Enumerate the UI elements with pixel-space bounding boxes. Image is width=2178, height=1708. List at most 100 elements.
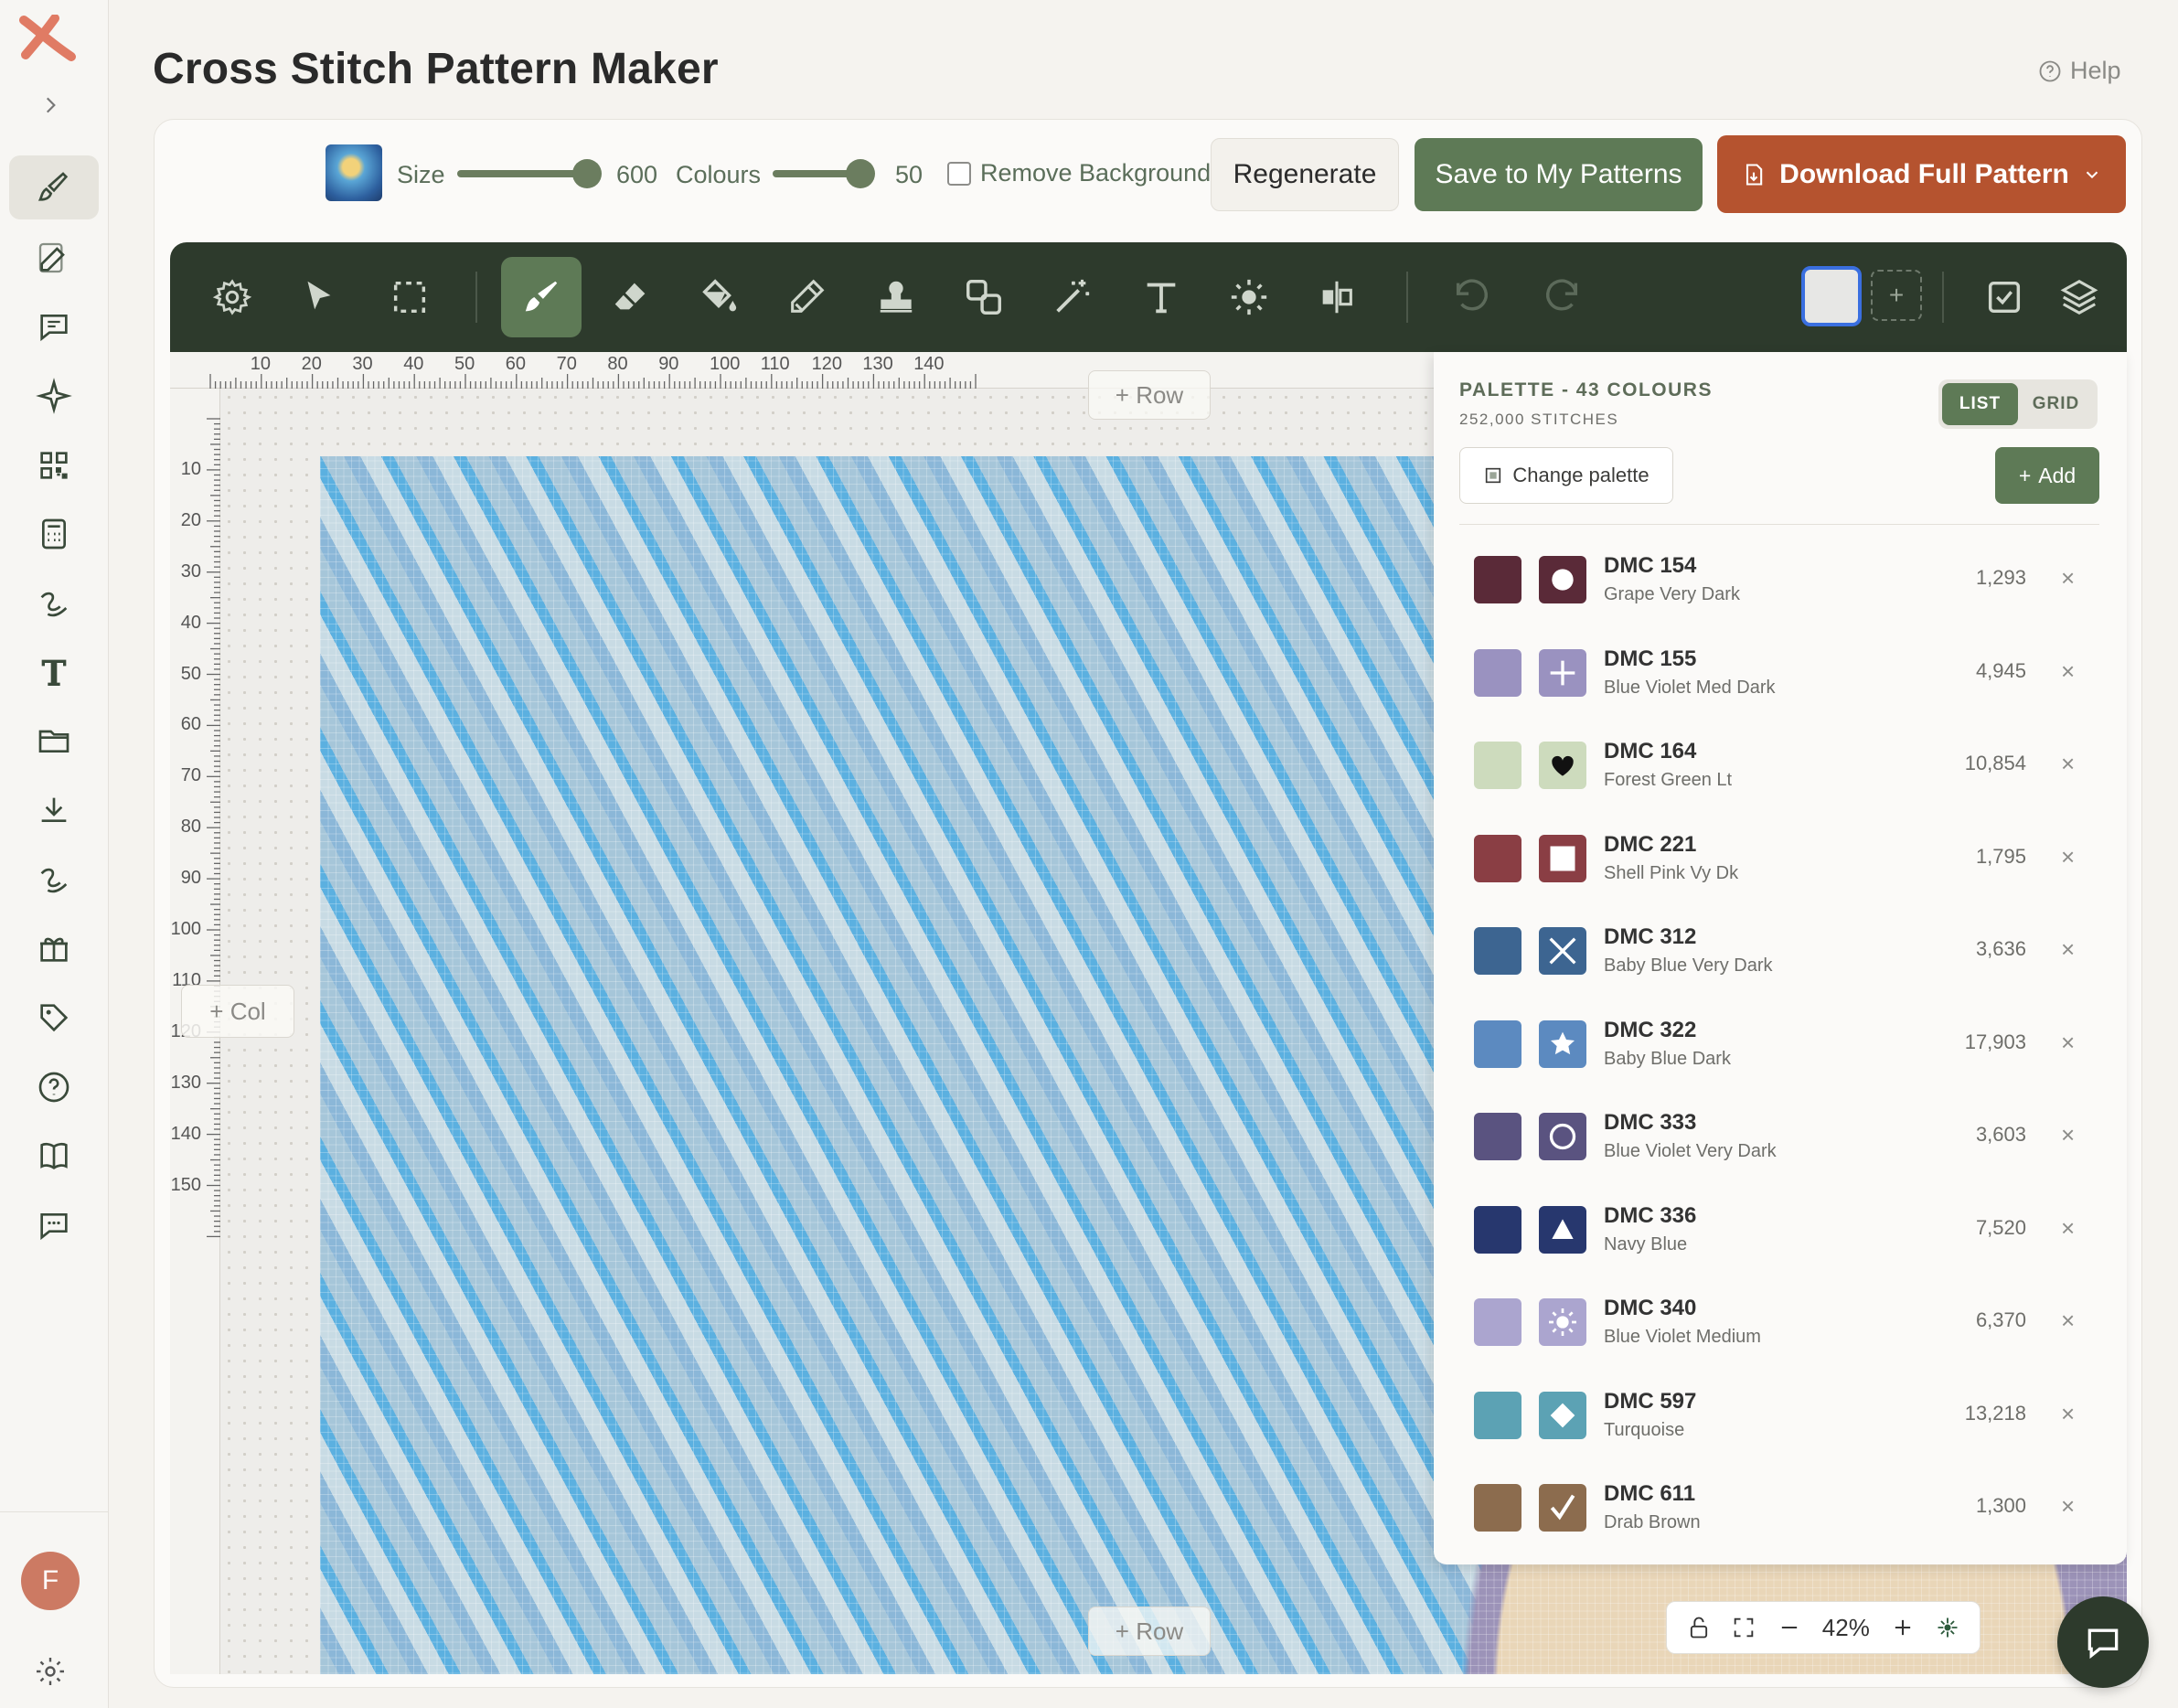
nav-ai[interactable] bbox=[9, 364, 99, 428]
gear-icon[interactable] bbox=[34, 1655, 67, 1688]
tool-redo[interactable] bbox=[1521, 257, 1602, 337]
color-swatch[interactable] bbox=[1474, 1298, 1521, 1346]
current-color-swatch[interactable] bbox=[1801, 266, 1862, 326]
palette-row[interactable]: DMC 322 Baby Blue Dark 17,903 × bbox=[1434, 996, 2127, 1089]
stitch-symbol[interactable] bbox=[1539, 1298, 1586, 1346]
add-row-top-button[interactable]: + Row bbox=[1088, 370, 1211, 420]
color-swatch[interactable] bbox=[1474, 1205, 1521, 1254]
tool-stamp[interactable] bbox=[856, 257, 936, 337]
tool-text[interactable] bbox=[1121, 257, 1201, 337]
color-swatch[interactable] bbox=[1474, 648, 1521, 697]
tool-mirror[interactable] bbox=[1297, 257, 1377, 337]
zoom-in-icon[interactable] bbox=[1890, 1615, 1916, 1640]
tool-undo[interactable] bbox=[1432, 257, 1512, 337]
palette-row[interactable]: DMC 336 Navy Blue 7,520 × bbox=[1434, 1181, 2127, 1275]
tool-brush[interactable] bbox=[501, 257, 582, 337]
palette-row[interactable]: DMC 221 Shell Pink Vy Dk 1,795 × bbox=[1434, 810, 2127, 903]
remove-color-icon[interactable]: × bbox=[2061, 1121, 2075, 1149]
view-list-button[interactable]: LIST bbox=[1942, 383, 2018, 425]
color-swatch[interactable] bbox=[1474, 742, 1521, 789]
palette-row[interactable]: DMC 333 Blue Violet Very Dark 3,603 × bbox=[1434, 1088, 2127, 1181]
size-slider-knob[interactable] bbox=[572, 159, 602, 188]
remove-color-icon[interactable]: × bbox=[2061, 843, 2075, 871]
remove-color-icon[interactable]: × bbox=[2061, 1400, 2075, 1428]
tool-eyedropper[interactable] bbox=[766, 257, 847, 337]
color-swatch[interactable] bbox=[1474, 1484, 1521, 1532]
tool-eraser[interactable] bbox=[591, 257, 671, 337]
add-color-button[interactable]: + Add bbox=[1995, 447, 2099, 504]
chat-button[interactable] bbox=[2057, 1596, 2149, 1688]
color-swatch[interactable] bbox=[1474, 1113, 1521, 1160]
download-pattern-button[interactable]: Download Full Pattern bbox=[1717, 135, 2126, 213]
palette-row[interactable]: DMC 154 Grape Very Dark 1,293 × bbox=[1434, 531, 2127, 624]
add-color-slot[interactable]: + bbox=[1871, 270, 1922, 321]
nav-messages[interactable] bbox=[9, 294, 99, 358]
tool-marquee[interactable] bbox=[369, 257, 450, 337]
nav-feedback[interactable] bbox=[9, 1193, 99, 1257]
tool-settings[interactable] bbox=[192, 257, 272, 337]
nav-thread-2[interactable] bbox=[9, 848, 99, 912]
tool-select[interactable] bbox=[278, 257, 358, 337]
regenerate-button[interactable]: Regenerate bbox=[1211, 138, 1399, 211]
palette-row[interactable]: DMC 597 Turquoise 13,218 × bbox=[1434, 1367, 2127, 1460]
source-image-thumbnail[interactable] bbox=[326, 144, 382, 201]
change-palette-button[interactable]: Change palette bbox=[1459, 447, 1673, 504]
palette-row[interactable]: DMC 611 Drab Brown 1,300 × bbox=[1434, 1459, 2127, 1553]
center-icon[interactable] bbox=[1935, 1615, 1960, 1640]
view-grid-button[interactable]: GRID bbox=[2018, 383, 2094, 425]
remove-color-icon[interactable]: × bbox=[2061, 1307, 2075, 1335]
colours-slider[interactable] bbox=[773, 159, 875, 188]
color-swatch[interactable] bbox=[1474, 556, 1521, 603]
remove-color-icon[interactable]: × bbox=[2061, 1492, 2075, 1521]
remove-color-icon[interactable]: × bbox=[2061, 750, 2075, 778]
remove-color-icon[interactable]: × bbox=[2061, 935, 2075, 964]
nav-text[interactable] bbox=[9, 640, 99, 704]
remove-color-icon[interactable]: × bbox=[2061, 1214, 2075, 1243]
tool-magic-wand[interactable] bbox=[1031, 257, 1112, 337]
nav-book[interactable] bbox=[9, 1124, 99, 1188]
nav-gift[interactable] bbox=[9, 916, 99, 980]
add-row-bottom-button[interactable]: + Row bbox=[1088, 1607, 1211, 1656]
stitch-symbol[interactable] bbox=[1539, 1484, 1586, 1532]
avatar[interactable]: F bbox=[21, 1552, 80, 1610]
palette-row[interactable]: DMC 155 Blue Violet Med Dark 4,945 × bbox=[1434, 624, 2127, 718]
nav-tag[interactable] bbox=[9, 986, 99, 1050]
remove-background-checkbox[interactable] bbox=[947, 161, 971, 186]
stitch-symbol[interactable] bbox=[1539, 927, 1586, 975]
nav-thread[interactable] bbox=[9, 571, 99, 635]
remove-color-icon[interactable]: × bbox=[2061, 1029, 2075, 1057]
stitch-symbol[interactable] bbox=[1539, 1391, 1586, 1439]
nav-calculator[interactable] bbox=[9, 502, 99, 566]
stitch-symbol[interactable] bbox=[1539, 1205, 1586, 1254]
nav-qr[interactable] bbox=[9, 433, 99, 497]
tool-shapes[interactable] bbox=[944, 257, 1024, 337]
palette-row[interactable]: DMC 340 Blue Violet Medium 6,370 × bbox=[1434, 1274, 2127, 1367]
color-swatch[interactable] bbox=[1474, 927, 1521, 975]
stitch-symbol[interactable] bbox=[1539, 556, 1586, 603]
tool-fill[interactable] bbox=[678, 257, 759, 337]
remove-color-icon[interactable]: × bbox=[2061, 564, 2075, 592]
zoom-out-icon[interactable] bbox=[1777, 1615, 1802, 1640]
color-swatch[interactable] bbox=[1474, 1019, 1521, 1068]
palette-row[interactable]: DMC 164 Forest Green Lt 10,854 × bbox=[1434, 717, 2127, 810]
stitch-symbol[interactable] bbox=[1539, 834, 1586, 882]
logo-icon[interactable] bbox=[18, 15, 82, 62]
colours-slider-knob[interactable] bbox=[846, 159, 875, 188]
stitch-symbol[interactable] bbox=[1539, 1113, 1586, 1160]
stitch-symbol[interactable] bbox=[1539, 648, 1586, 697]
remove-color-icon[interactable]: × bbox=[2061, 657, 2075, 686]
tool-checklist[interactable] bbox=[1964, 257, 2045, 337]
stitch-symbol[interactable] bbox=[1539, 742, 1586, 789]
save-pattern-button[interactable]: Save to My Patterns bbox=[1415, 138, 1703, 211]
nav-folder[interactable] bbox=[9, 709, 99, 773]
chevron-right-icon[interactable] bbox=[37, 91, 64, 119]
color-swatch[interactable] bbox=[1474, 1391, 1521, 1439]
nav-help[interactable] bbox=[9, 1055, 99, 1119]
tool-brightness[interactable] bbox=[1209, 257, 1289, 337]
unlock-icon[interactable] bbox=[1686, 1615, 1712, 1640]
tool-layers[interactable] bbox=[2039, 257, 2119, 337]
remove-background-option[interactable]: Remove Background bbox=[947, 159, 1211, 187]
color-swatch[interactable] bbox=[1474, 834, 1521, 882]
nav-download[interactable] bbox=[9, 778, 99, 842]
nav-editor[interactable] bbox=[9, 226, 99, 290]
